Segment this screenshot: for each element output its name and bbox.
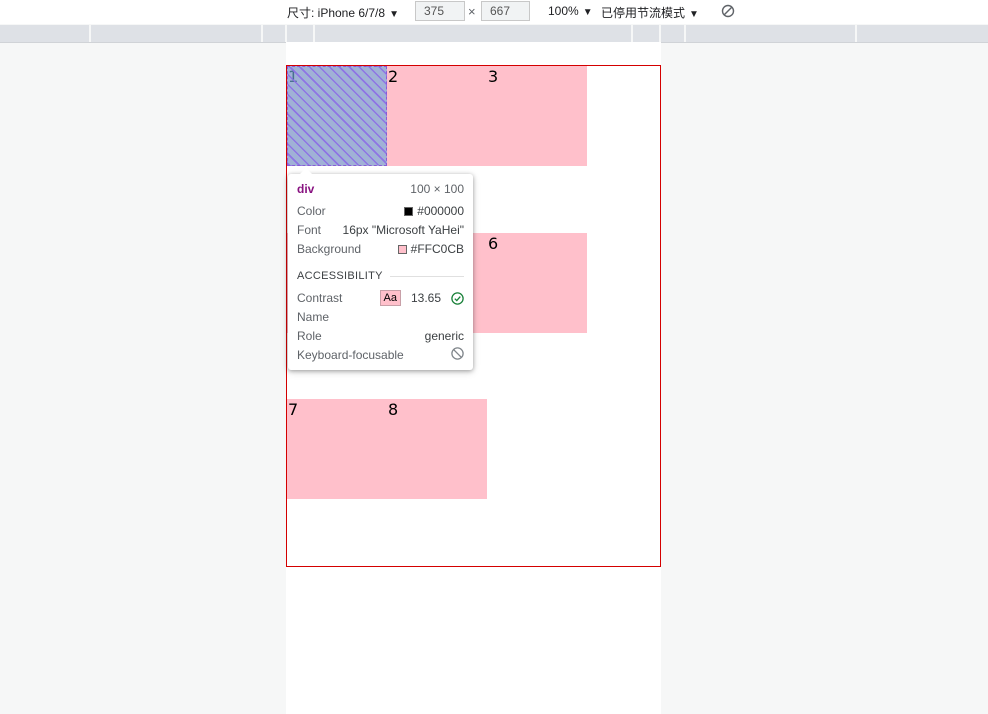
ruler-tick	[285, 25, 287, 42]
ruler-tick	[313, 25, 315, 42]
contrast-sample-badge: Aa	[379, 290, 401, 306]
color-row: Color #000000	[297, 203, 464, 219]
height-input[interactable]: 667	[481, 1, 530, 21]
color-swatch-icon	[404, 206, 414, 216]
inspect-highlight-overlay	[287, 66, 387, 166]
grid-box-6[interactable]: 6	[487, 233, 587, 333]
color-value: #000000	[417, 204, 464, 218]
width-input[interactable]: 375	[415, 1, 465, 21]
contrast-value: 13.65	[410, 291, 441, 305]
chevron-down-icon: ▼	[582, 7, 593, 18]
chevron-down-icon: ▼	[389, 9, 399, 20]
ruler-tick	[89, 25, 91, 42]
chevron-down-icon: ▼	[689, 9, 699, 20]
focusable-row: Keyboard-focusable	[297, 347, 464, 363]
background-swatch-icon	[397, 244, 407, 254]
accessibility-title: ACCESSIBILITY	[297, 270, 383, 282]
color-label: Color	[297, 204, 326, 218]
element-size: 100 × 100	[410, 182, 464, 196]
device-selector[interactable]: 尺寸: iPhone 6/7/8 ▼	[287, 4, 399, 21]
zoom-label: 100%	[548, 4, 579, 18]
background-row: Background #FFC0CB	[297, 241, 464, 257]
ruler-tick	[631, 25, 633, 42]
dimension-separator: ×	[468, 4, 476, 19]
name-label: Name	[297, 310, 330, 324]
device-toolbar: 尺寸: iPhone 6/7/8 ▼ 375 × 667 100% ▼ 已停用节流模…	[0, 0, 988, 24]
contrast-label: Contrast	[297, 291, 343, 305]
font-row: Font 16px "Microsoft YaHei"	[297, 222, 464, 238]
background-label: Background	[297, 242, 362, 256]
accessibility-header: ACCESSIBILITY	[297, 268, 464, 284]
throttle-label: 已停用节流模式	[601, 6, 686, 20]
role-value: generic	[424, 329, 464, 343]
box-number: 8	[388, 400, 399, 419]
media-query-ruler[interactable]	[0, 25, 988, 43]
check-circle-icon	[451, 291, 464, 305]
zoom-selector[interactable]: 100% ▼	[548, 4, 593, 18]
box-number: 2	[388, 67, 399, 86]
font-value: 16px "Microsoft YaHei"	[342, 223, 464, 237]
not-focusable-icon	[451, 347, 464, 360]
box-number: 7	[288, 400, 299, 419]
box-number: 3	[488, 67, 499, 86]
tooltip-arrow	[300, 168, 312, 174]
grid-box-8[interactable]: 8	[387, 399, 487, 499]
grid-box-2[interactable]: 2	[387, 66, 487, 166]
ruler-tick	[261, 25, 263, 42]
focusable-label: Keyboard-focusable	[297, 348, 404, 362]
grid-box-7[interactable]: 7	[287, 399, 387, 499]
box-number: 6	[488, 234, 499, 253]
inspect-tooltip: div 100 × 100 Color #000000 Font 16px "M…	[288, 168, 473, 370]
rotate-icon[interactable]	[721, 4, 735, 18]
tooltip-header: div 100 × 100	[297, 181, 464, 197]
contrast-row: Contrast Aa 13.65	[297, 290, 464, 306]
ruler-tick	[684, 25, 686, 42]
device-selector-label: 尺寸: iPhone 6/7/8	[287, 6, 386, 20]
ruler-tick	[659, 25, 661, 42]
font-label: Font	[297, 223, 322, 237]
background-value: #FFC0CB	[410, 242, 464, 256]
ruler-tick	[855, 25, 857, 42]
role-label: Role	[297, 329, 322, 343]
role-row: Role generic	[297, 328, 464, 344]
grid-box-3[interactable]: 3	[487, 66, 587, 166]
name-row: Name	[297, 309, 464, 325]
section-divider	[390, 276, 464, 277]
element-tag: div	[297, 182, 315, 196]
throttle-selector[interactable]: 已停用节流模式 ▼	[601, 4, 699, 21]
